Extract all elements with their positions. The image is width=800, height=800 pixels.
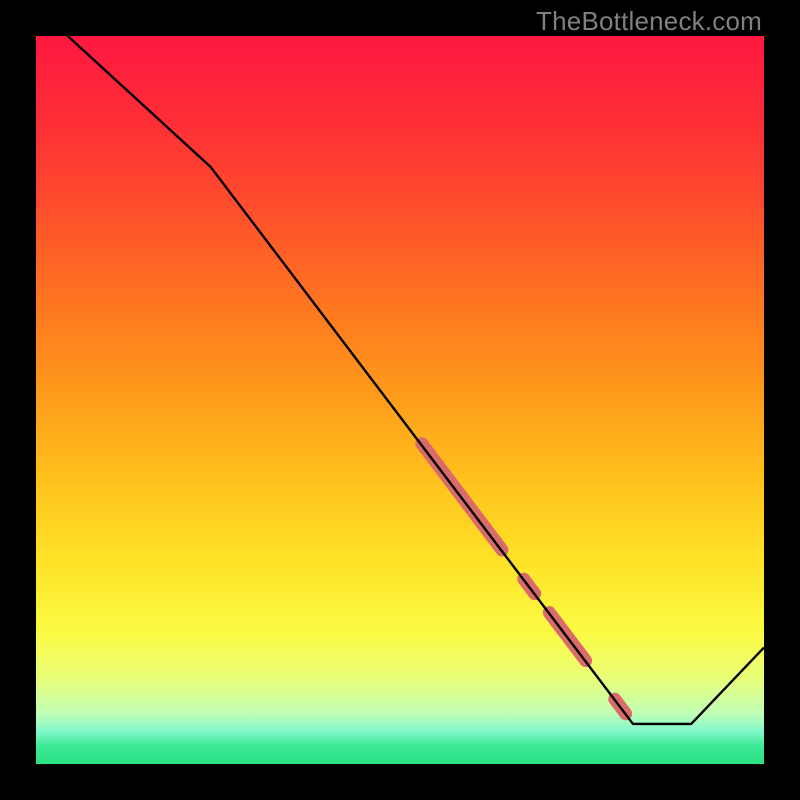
plot-area: [36, 36, 764, 764]
chart-frame: TheBottleneck.com: [0, 0, 800, 800]
watermark-label: TheBottleneck.com: [536, 6, 762, 37]
bottleneck-curve: [36, 36, 764, 724]
curve-layer: [36, 36, 764, 764]
